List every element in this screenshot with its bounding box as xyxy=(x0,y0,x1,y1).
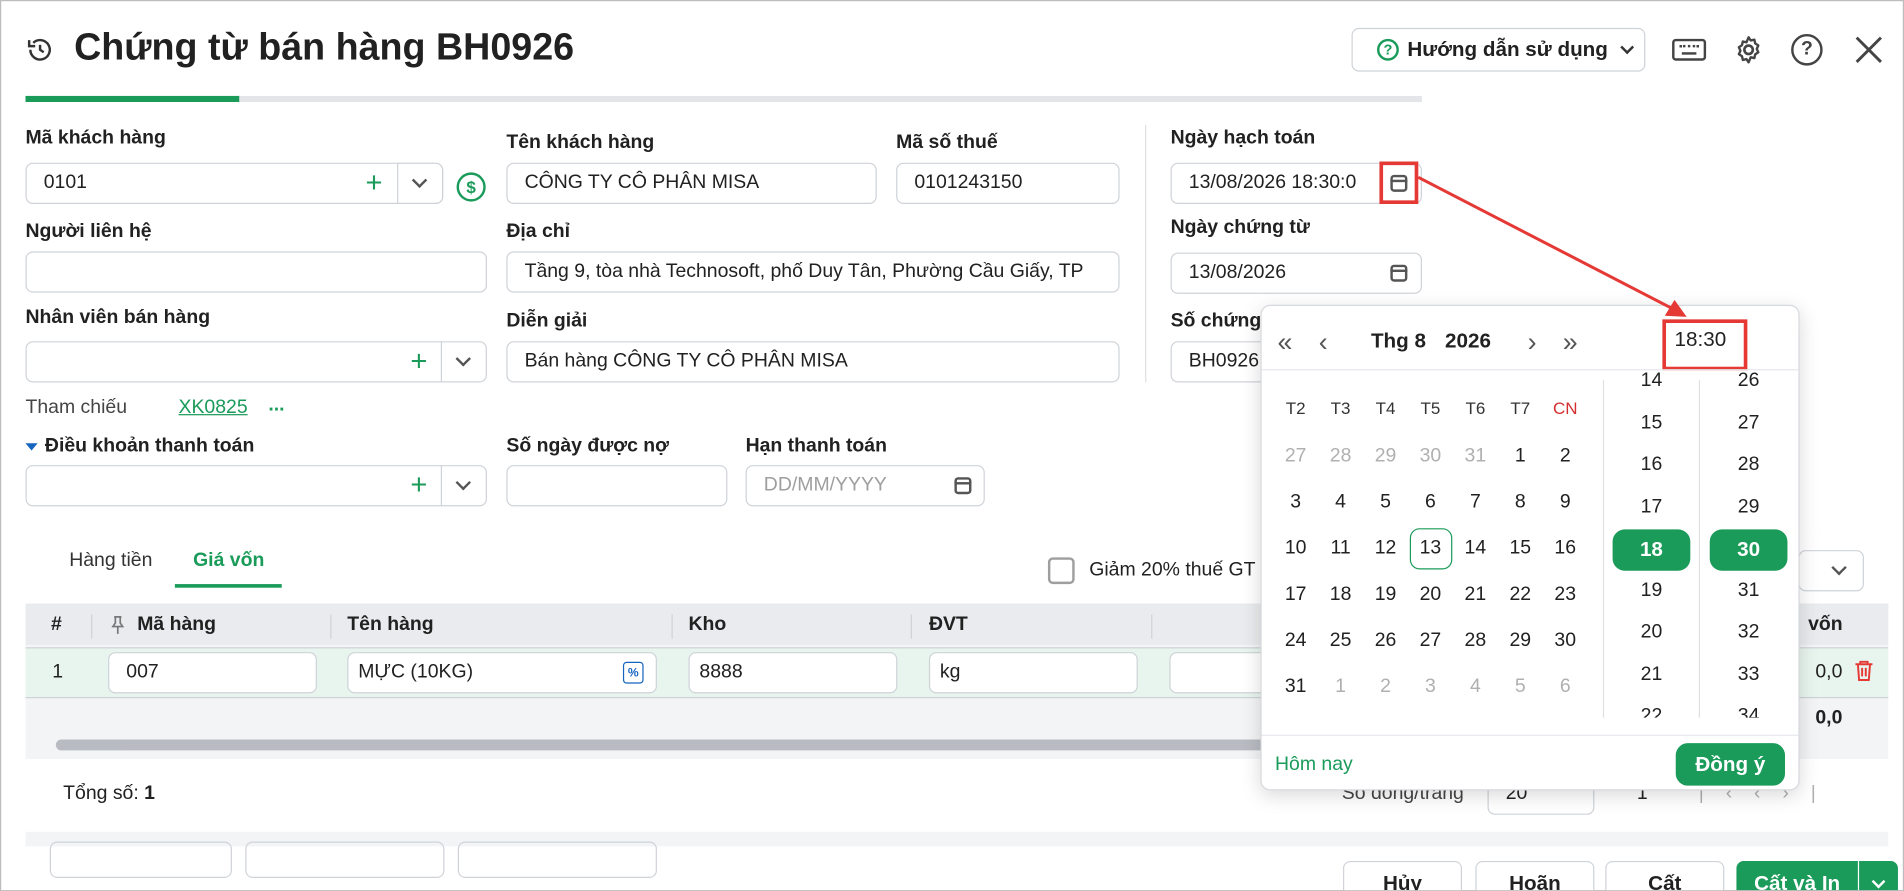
weekday-label: T4 xyxy=(1375,398,1396,418)
calendar-day[interactable]: 20 xyxy=(1410,574,1451,615)
weekday-label: T3 xyxy=(1330,398,1351,418)
calendar-day[interactable]: 6 xyxy=(1410,482,1451,523)
calendar-day[interactable]: 1 xyxy=(1500,436,1541,477)
calendar-day[interactable]: 29 xyxy=(1365,436,1406,477)
weekday-label: T6 xyxy=(1465,398,1486,418)
calendar-day[interactable]: 27 xyxy=(1275,436,1316,477)
calendar-day[interactable]: 25 xyxy=(1320,621,1361,662)
calendar-day[interactable]: 3 xyxy=(1275,482,1316,523)
calendar-day[interactable]: 4 xyxy=(1320,482,1361,523)
calendar-day[interactable]: 9 xyxy=(1545,482,1586,523)
calendar-day[interactable]: 23 xyxy=(1545,574,1586,615)
weekday-label: T5 xyxy=(1420,398,1441,418)
calendar-day[interactable]: 2 xyxy=(1545,436,1586,477)
calendar-day[interactable]: 5 xyxy=(1500,667,1541,708)
calendar-day[interactable]: 3 xyxy=(1410,667,1451,708)
weekday-label: T7 xyxy=(1510,398,1531,418)
calendar-day[interactable]: 28 xyxy=(1320,436,1361,477)
calendar-day[interactable]: 30 xyxy=(1545,621,1586,662)
calendar-day[interactable]: 5 xyxy=(1365,482,1406,523)
calendar-day[interactable]: 28 xyxy=(1455,621,1496,662)
calendar-day[interactable]: 24 xyxy=(1275,621,1316,662)
calendar-day[interactable]: 4 xyxy=(1455,667,1496,708)
calendar-day[interactable]: 22 xyxy=(1500,574,1541,615)
calendar-day[interactable]: 18 xyxy=(1320,574,1361,615)
calendar-day[interactable]: 6 xyxy=(1545,667,1586,708)
calendar-day[interactable]: 19 xyxy=(1365,574,1406,615)
calendar-day[interactable]: 16 xyxy=(1545,528,1586,569)
calendar-day[interactable]: 26 xyxy=(1365,621,1406,662)
calendar-day[interactable]: 1 xyxy=(1320,667,1361,708)
calendar-day[interactable]: 14 xyxy=(1455,528,1496,569)
calendar-day[interactable]: 2 xyxy=(1365,667,1406,708)
calendar-day[interactable]: 15 xyxy=(1500,528,1541,569)
calendar-day[interactable]: 17 xyxy=(1275,574,1316,615)
calendar-day[interactable]: 31 xyxy=(1275,667,1316,708)
calendar-day[interactable]: 13 xyxy=(1410,528,1451,569)
calendar-day[interactable]: 21 xyxy=(1455,574,1496,615)
calendar-day[interactable]: 7 xyxy=(1455,482,1496,523)
calendar-day[interactable]: 8 xyxy=(1500,482,1541,523)
calendar-day[interactable]: 11 xyxy=(1320,528,1361,569)
calendar-day[interactable]: 10 xyxy=(1275,528,1316,569)
annotation-arrow xyxy=(1417,175,1687,317)
calendar-day[interactable]: 27 xyxy=(1410,621,1451,662)
calendar-day[interactable]: 12 xyxy=(1365,528,1406,569)
weekday-label: CN xyxy=(1552,398,1578,418)
weekday-label: T2 xyxy=(1285,398,1306,418)
calendar-day[interactable]: 29 xyxy=(1500,621,1541,662)
calendar-day[interactable]: 30 xyxy=(1410,436,1451,477)
voucher-window: Chứng từ bán hàng BH0926 ? Hướng dẫn sử … xyxy=(0,0,1904,891)
calendar-day[interactable]: 31 xyxy=(1455,436,1496,477)
